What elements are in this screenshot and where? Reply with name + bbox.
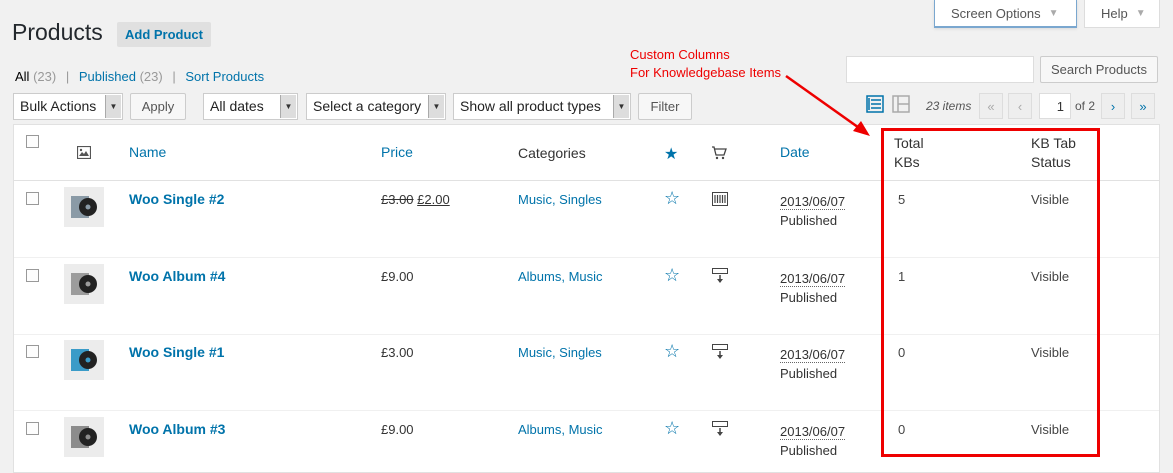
product-categories[interactable]: Music, Singles [518,192,602,207]
last-page-button[interactable]: » [1131,93,1155,119]
first-page-button[interactable]: « [979,93,1003,119]
downloadable-product-icon [712,344,728,359]
caret-down-icon: ▼ [1048,8,1059,19]
product-date: 2013/06/07 Published [780,270,846,305]
dates-select[interactable]: All dates ▼ [203,93,298,120]
price-sale: £2.00 [417,192,450,207]
price-old: £3.00 [381,192,414,207]
product-name-link[interactable]: Woo Album #3 [129,421,225,437]
product-name-link[interactable]: Woo Single #1 [129,344,224,360]
column-categories-header: Categories [518,145,586,161]
category-select[interactable]: Select a category ▼ [306,93,446,120]
product-name-link[interactable]: Woo Single #2 [129,191,224,207]
row-checkbox[interactable] [26,268,39,282]
price: £3.00 [381,345,414,360]
product-date: 2013/06/07 Published [780,347,846,381]
product-price: £9.00 [381,269,414,284]
dropdown-arrow-icon: ▼ [280,95,296,118]
product-name-link[interactable]: Woo Album #4 [129,268,225,284]
product-thumbnail[interactable] [64,416,104,457]
column-name-header[interactable]: Name [129,144,166,160]
product-thumbnail[interactable] [64,263,104,304]
dropdown-arrow-icon: ▼ [428,95,444,118]
page-title: Products [12,19,103,45]
filter-button[interactable]: Filter [638,93,692,120]
row-checkbox[interactable] [26,192,39,205]
annotation-text: Custom Columns For Knowledgebase Items [630,47,782,80]
product-categories[interactable]: Music, Singles [518,345,602,360]
product-type-select[interactable]: Show all product types ▼ [453,93,631,120]
virtual-product-icon [712,192,728,206]
image-icon [77,146,91,159]
total-pages: of 2 [1075,99,1096,113]
product-price: £9.00 [381,422,414,437]
featured-star-outline-icon[interactable]: ☆ [664,188,680,209]
product-categories[interactable]: Albums, Music [518,422,603,437]
add-product-button[interactable]: Add Product [117,22,211,47]
product-thumbnail[interactable] [64,340,104,380]
items-count: 23 items [926,99,972,113]
prev-page-button[interactable]: ‹ [1008,93,1032,119]
dropdown-arrow-icon: ▼ [105,95,121,118]
product-thumbnail[interactable] [64,187,104,227]
select-all-checkbox[interactable] [26,135,39,148]
filter-published-link[interactable]: Published [79,69,136,84]
product-date: 2013/06/07 Published [780,194,846,228]
featured-star-icon[interactable]: ★ [664,144,678,164]
annotation-highlight-box [881,128,1100,457]
excerpt-view-icon[interactable] [892,95,910,113]
row-checkbox[interactable] [26,345,39,358]
next-page-button[interactable]: › [1101,93,1125,119]
column-date-header[interactable]: Date [780,144,810,160]
current-page-input[interactable]: 1 [1039,93,1071,119]
caret-down-icon: ▼ [1135,8,1146,19]
downloadable-product-icon [712,267,728,283]
list-view-icon[interactable] [866,95,884,113]
bulk-actions-select[interactable]: Bulk Actions ▼ [13,93,123,120]
row-checkbox[interactable] [26,421,39,435]
featured-star-outline-icon[interactable]: ☆ [664,341,680,362]
search-products-button[interactable]: Search Products [1040,56,1158,83]
product-categories[interactable]: Albums, Music [518,269,603,284]
product-date: 2013/06/07 Published [780,423,846,458]
column-price-header[interactable]: Price [381,144,413,160]
filter-all-link[interactable]: All [15,69,29,84]
dropdown-arrow-icon: ▼ [613,95,629,118]
downloadable-product-icon [712,420,728,436]
product-price: £3.00 £2.00 [381,192,450,207]
status-filters: All (23) | Published (23) | Sort Product… [15,69,265,84]
featured-star-outline-icon[interactable]: ☆ [664,265,680,286]
price: £9.00 [381,268,414,284]
screen-meta: Screen Options ▼ Help ▼ [934,0,1173,28]
featured-star-outline-icon[interactable]: ☆ [664,418,680,439]
sort-products-link[interactable]: Sort Products [185,69,264,84]
screen-options-tab[interactable]: Screen Options ▼ [934,0,1077,28]
price: £9.00 [381,421,414,437]
search-input[interactable] [846,56,1034,83]
help-tab[interactable]: Help ▼ [1084,0,1160,28]
apply-button[interactable]: Apply [130,93,186,120]
product-price: £3.00 [381,345,414,360]
cart-icon [712,146,727,160]
